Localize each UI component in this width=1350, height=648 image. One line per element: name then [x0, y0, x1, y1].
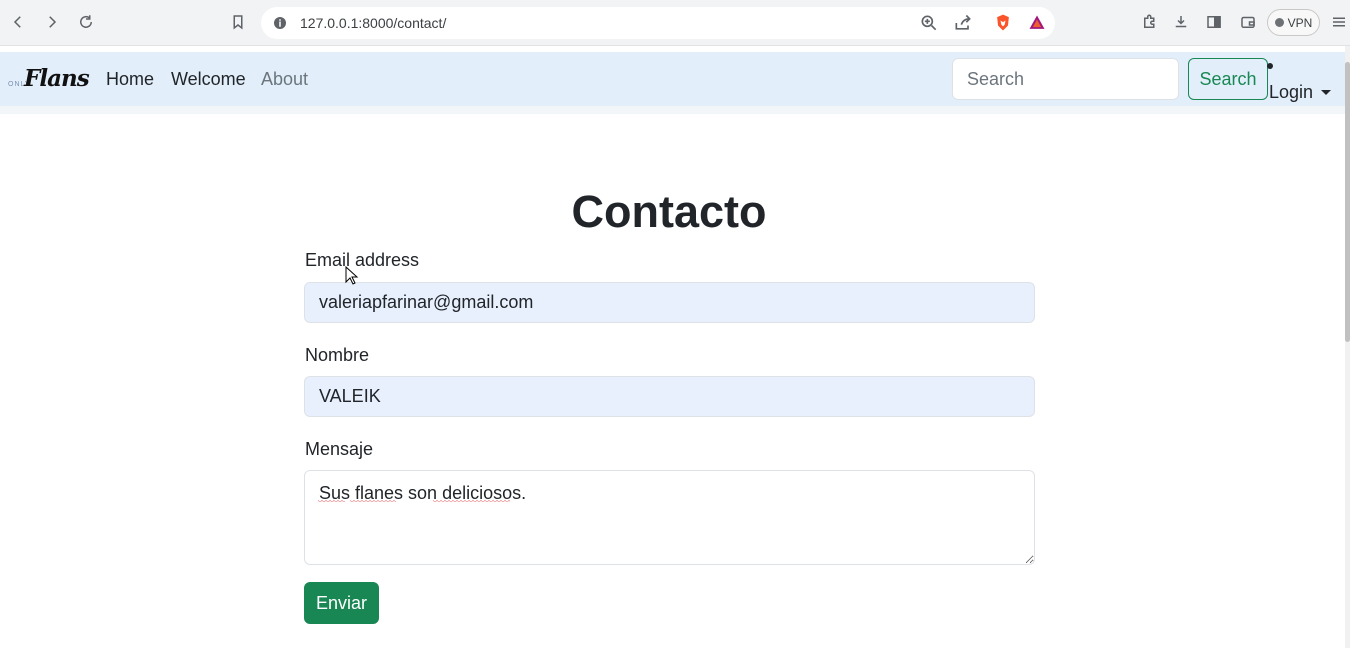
search-button[interactable]: Search	[1188, 58, 1268, 100]
caret-down-icon	[1321, 90, 1332, 95]
mouse-cursor-icon	[345, 266, 359, 285]
email-field[interactable]	[304, 282, 1035, 323]
vpn-button[interactable]: VPN	[1267, 9, 1320, 36]
spellcheck-underline	[433, 500, 510, 503]
name-field[interactable]	[304, 376, 1035, 417]
login-label: Login	[1269, 82, 1314, 102]
browser-toolbar: 127.0.0.1:8000/contact/ VPN	[0, 0, 1350, 46]
forward-icon[interactable]	[40, 10, 64, 34]
wallet-icon[interactable]	[1236, 10, 1260, 34]
spellcheck-underline	[318, 500, 345, 503]
vpn-status-icon	[1274, 18, 1284, 27]
list-bullet	[1267, 63, 1273, 69]
site-info-icon[interactable]	[271, 14, 289, 32]
name-label: Nombre	[305, 345, 370, 365]
brave-rewards-icon[interactable]	[1027, 13, 1047, 33]
brand-big-text: Flans	[24, 65, 90, 92]
brave-shield-icon[interactable]	[993, 13, 1013, 33]
sidebar-icon[interactable]	[1202, 10, 1226, 34]
brand-logo[interactable]: ONLY Flans	[7, 65, 90, 93]
share-icon[interactable]	[953, 13, 973, 33]
download-icon[interactable]	[1169, 10, 1193, 34]
search-input[interactable]	[952, 58, 1179, 100]
vpn-label: VPN	[1287, 15, 1313, 30]
navbar-shadow	[0, 106, 1345, 114]
back-icon[interactable]	[6, 10, 30, 34]
nav-link-welcome[interactable]: Welcome	[171, 69, 246, 90]
site-navbar: ONLY Flans Home Welcome About Search Log…	[0, 52, 1345, 106]
extensions-icon[interactable]	[1138, 10, 1162, 34]
nav-link-about[interactable]: About	[261, 69, 308, 90]
scrollbar-thumb[interactable]	[1345, 62, 1350, 342]
submit-button[interactable]: Enviar	[304, 582, 379, 624]
zoom-icon[interactable]	[919, 13, 939, 33]
nav-link-home[interactable]: Home	[106, 69, 154, 90]
address-bar[interactable]: 127.0.0.1:8000/contact/	[261, 7, 1055, 39]
message-textarea[interactable]: Sus flanes son deliciosos.	[304, 470, 1035, 565]
menu-icon[interactable]	[1327, 10, 1350, 34]
spellcheck-underline	[350, 500, 396, 503]
page-title: Contacto	[571, 186, 767, 237]
url-text[interactable]: 127.0.0.1:8000/contact/	[300, 15, 446, 31]
login-dropdown[interactable]: Login	[1269, 82, 1332, 103]
email-label: Email address	[305, 250, 420, 270]
reload-icon[interactable]	[74, 10, 98, 34]
message-label: Mensaje	[305, 439, 374, 459]
bookmark-icon[interactable]	[226, 10, 250, 34]
